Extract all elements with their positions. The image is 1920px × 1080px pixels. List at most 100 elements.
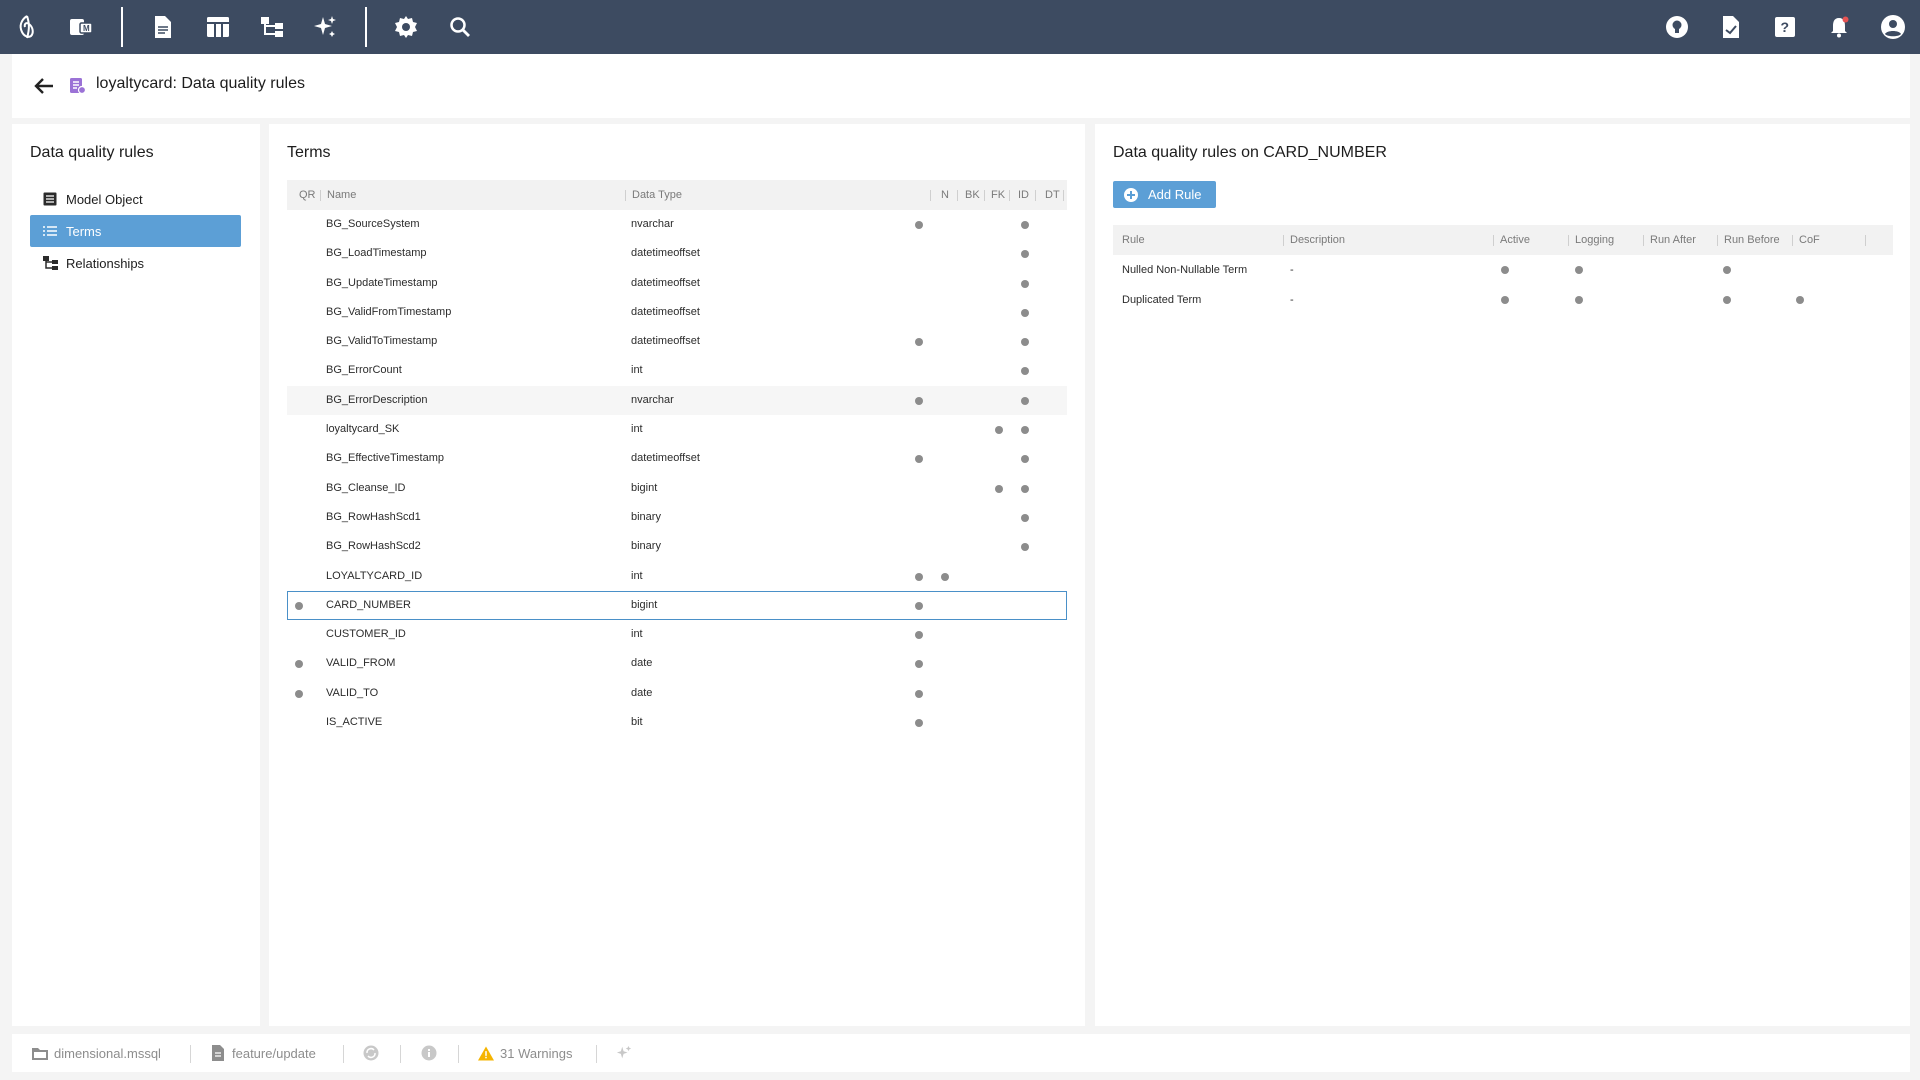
file-check-icon[interactable] [1716,12,1746,42]
term-row[interactable]: VALID_TO date [287,679,1067,708]
column-header-n[interactable]: N [941,189,949,201]
info-status[interactable] [421,1045,443,1061]
dt-flag-indicator [1021,279,1029,288]
terms-panel: Terms QR Name Data Type N BK FK ID DT BG… [269,124,1085,1026]
sync-status[interactable] [363,1045,385,1061]
column-header-run-before[interactable]: Run Before [1724,234,1780,246]
terms-table: QR Name Data Type N BK FK ID DT BG_Sourc… [287,180,1067,737]
n-flag-indicator [915,631,923,640]
model-status[interactable]: dimensional.mssql [32,1045,161,1061]
term-name: BG_SourceSystem [326,218,420,230]
nav-item-terms[interactable]: Terms [30,215,241,247]
term-data-type: datetimeoffset [631,335,700,348]
search-icon[interactable] [445,12,475,42]
dt-flag-indicator [1021,396,1029,405]
term-row[interactable]: BG_ErrorCount int [287,356,1067,385]
lightbulb-icon[interactable] [1662,12,1692,42]
term-row[interactable]: CUSTOMER_ID int [287,620,1067,649]
term-name: BG_ValidFromTimestamp [326,305,452,318]
status-bar: dimensional.mssql feature/update 31 Warn… [12,1034,1910,1072]
warnings-status[interactable]: 31 Warnings [478,1045,573,1061]
term-row[interactable]: IS_ACTIVE bit [287,708,1067,737]
term-row[interactable]: BG_Cleanse_ID bigint [287,474,1067,503]
back-button[interactable] [30,72,58,100]
dt-flag-indicator [1021,455,1029,464]
term-row[interactable]: BG_RowHashScd2 binary [287,532,1067,561]
term-row[interactable]: LOYALTYCARD_ID int [287,562,1067,591]
nav-item-label: Model Object [66,191,143,207]
hierarchy-icon [42,255,58,271]
term-name: BG_ValidToTimestamp [326,335,438,348]
column-header-logging[interactable]: Logging [1575,234,1614,246]
logo-icon[interactable] [12,12,42,42]
term-data-type: date [631,686,653,699]
svg-text:?: ? [1781,19,1790,35]
dt-flag-indicator [1021,426,1029,435]
term-data-type: datetimeoffset [631,276,700,289]
column-header-id[interactable]: ID [1018,189,1029,201]
n-flag-indicator [915,338,923,347]
sparkle-icon[interactable] [310,12,340,42]
rule-name: Nulled Non-Nullable Term [1122,264,1248,276]
term-row[interactable]: BG_EffectiveTimestamp datetimeoffset [287,444,1067,473]
term-row[interactable]: BG_ValidToTimestamp datetimeoffset [287,327,1067,356]
column-header-dt[interactable]: DT [1045,189,1060,201]
terms-table-body: BG_SourceSystem nvarchar BG_LoadTimestamp d… [287,210,1067,737]
column-header-cof[interactable]: CoF [1799,234,1820,246]
n-flag-indicator [915,689,923,698]
sparkle-icon [616,1045,632,1061]
column-header-bk[interactable]: BK [965,189,980,201]
nav-item-model-object[interactable]: Model Object [30,183,241,215]
model-name: dimensional.mssql [54,1045,161,1061]
branch-status[interactable]: feature/update [210,1045,316,1061]
rule-description: - [1290,264,1294,276]
model-icon[interactable]: M [66,12,96,42]
toolbar-divider [365,7,367,47]
settings-icon[interactable] [391,12,421,42]
add-rule-label: Add Rule [1148,187,1202,202]
nav-item-relationships[interactable]: Relationships [30,247,241,279]
column-header-fk[interactable]: FK [991,189,1005,201]
column-header-run-after[interactable]: Run After [1650,234,1696,246]
dt-flag-indicator [1021,338,1029,347]
rule-row[interactable]: Duplicated Term - [1113,285,1893,315]
term-data-type: date [631,657,653,670]
help-icon[interactable]: ? [1770,12,1800,42]
term-row[interactable]: CARD_NUMBER bigint [287,590,1067,621]
dt-flag-indicator [1021,484,1029,493]
term-row[interactable]: BG_ValidFromTimestamp datetimeoffset [287,298,1067,327]
svg-text:M: M [83,24,90,33]
rule-row[interactable]: Nulled Non-Nullable Term - [1113,255,1893,285]
term-data-type: binary [631,540,661,553]
column-header-data-type[interactable]: Data Type [632,189,682,201]
column-header-active[interactable]: Active [1500,234,1530,246]
term-name: BG_ErrorDescription [326,393,428,406]
notification-bell-icon[interactable] [1824,12,1854,42]
rules-panel: Data quality rules on CARD_NUMBER Add Ru… [1095,124,1910,1026]
logging-indicator [1575,266,1583,274]
n-flag-indicator [915,455,923,464]
table-icon[interactable] [203,12,233,42]
column-header-name[interactable]: Name [327,189,356,201]
rules-table: Rule Description Active Logging Run Afte… [1113,225,1893,315]
column-header-rule[interactable]: Rule [1122,234,1145,246]
dt-flag-indicator [1021,513,1029,522]
term-row[interactable]: BG_UpdateTimestamp datetimeoffset [287,269,1067,298]
n-flag-indicator [915,572,923,581]
term-row[interactable]: VALID_FROM date [287,649,1067,678]
term-row[interactable]: loyaltycard_SK int [287,415,1067,444]
add-rule-button[interactable]: Add Rule [1113,181,1216,208]
hierarchy-icon[interactable] [257,12,287,42]
document-icon[interactable] [148,12,178,42]
account-icon[interactable] [1878,12,1908,42]
term-row[interactable]: BG_ErrorDescription nvarchar [287,385,1067,416]
term-row[interactable]: BG_RowHashScd1 binary [287,503,1067,532]
term-data-type: bigint [631,481,658,494]
term-row[interactable]: BG_LoadTimestamp datetimeoffset [287,239,1067,268]
term-row[interactable]: BG_SourceSystem nvarchar [287,210,1067,239]
column-header-description[interactable]: Description [1290,234,1345,246]
qr-flag-indicator [295,660,303,669]
assistant-status[interactable] [616,1045,638,1061]
warnings-count: 31 Warnings [500,1045,573,1061]
column-header-qr[interactable]: QR [299,189,316,201]
